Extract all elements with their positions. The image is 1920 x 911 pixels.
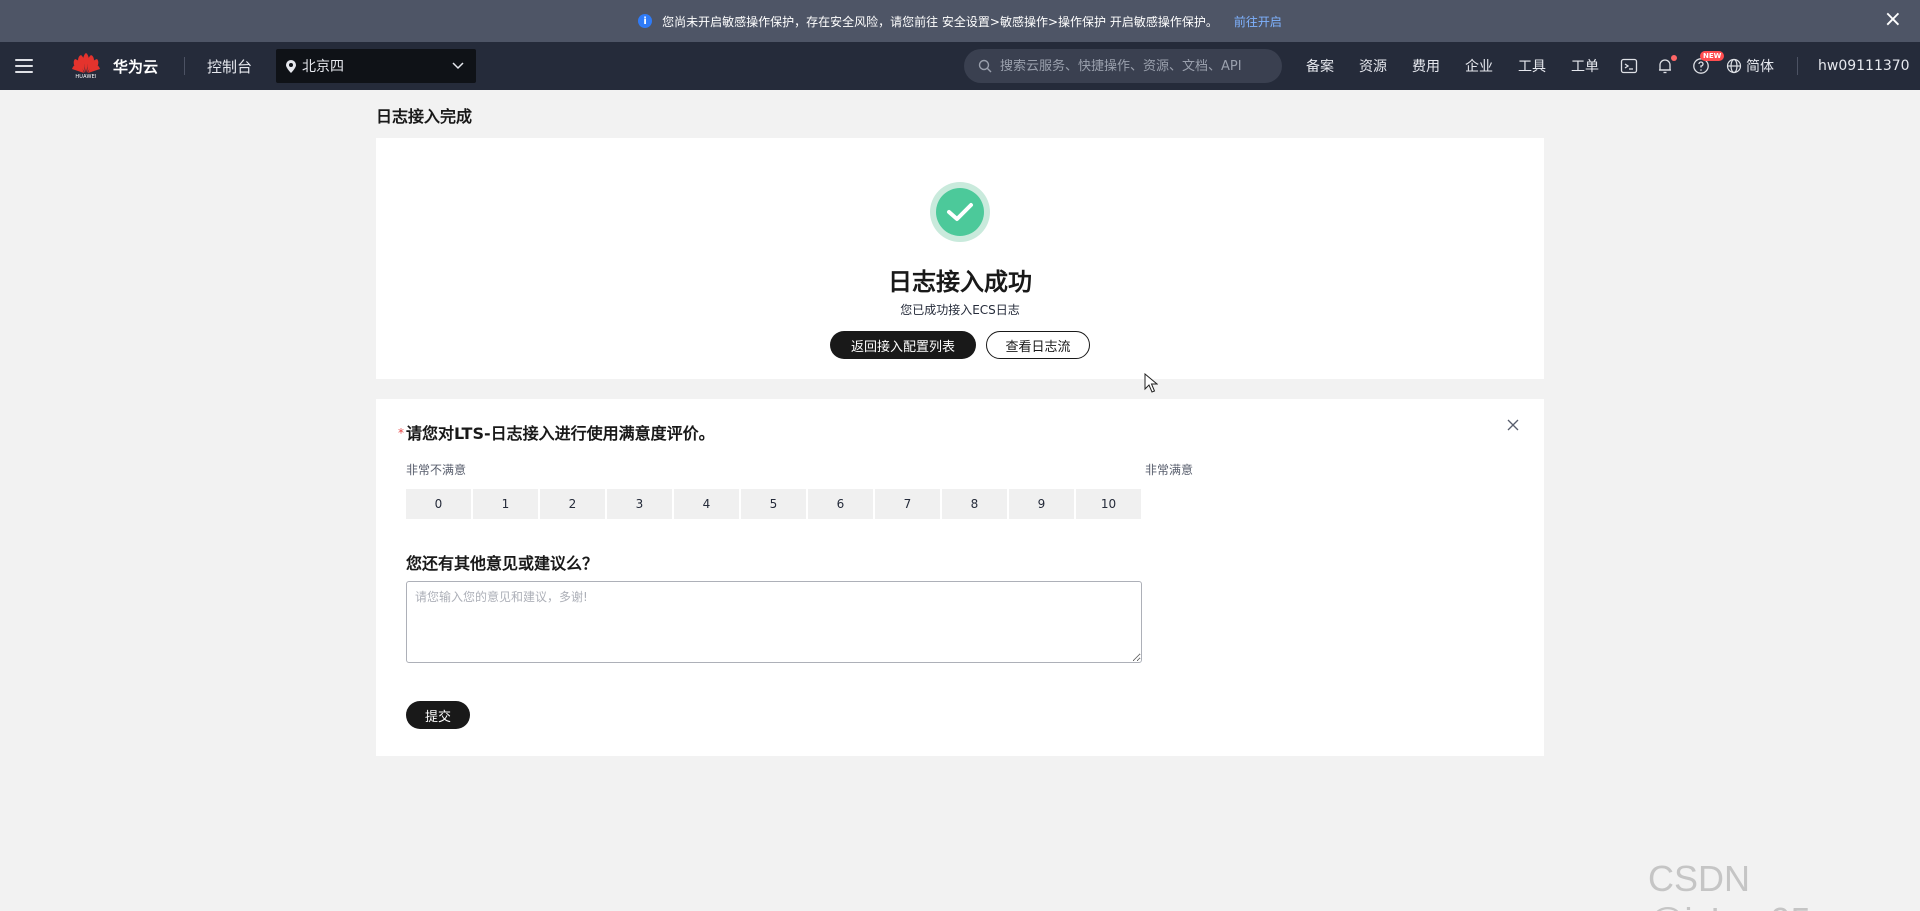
region-label: 北京四 (302, 59, 345, 75)
terminal-icon[interactable] (1620, 57, 1638, 75)
menu-icon[interactable] (15, 59, 33, 73)
globe-icon (1726, 58, 1742, 74)
chevron-down-icon (452, 62, 464, 70)
info-icon: i (638, 14, 653, 28)
mouse-cursor-icon (1144, 373, 1158, 393)
score-option-7[interactable]: 7 (875, 489, 940, 519)
view-log-stream-button[interactable]: 查看日志流 (986, 331, 1090, 359)
close-icon[interactable] (1507, 419, 1519, 431)
score-option-6[interactable]: 6 (808, 489, 873, 519)
success-check-icon (930, 182, 990, 242)
notice-text: 您尚未开启敏感操作保护，存在安全风险，请您前往 安全设置>敏感操作>操作保护 开… (662, 14, 1218, 29)
nav-link-filing[interactable]: 备案 (1306, 56, 1334, 76)
huawei-logo[interactable]: HUAWEI (71, 52, 101, 80)
score-option-1[interactable]: 1 (473, 489, 538, 519)
search-icon (978, 59, 992, 73)
huawei-flower-icon (72, 52, 100, 73)
page-title: 日志接入完成 (376, 107, 473, 126)
region-selector[interactable]: 北京四 (276, 49, 477, 83)
score-option-10[interactable]: 10 (1076, 489, 1141, 519)
feedback-textarea[interactable] (406, 581, 1142, 663)
score-option-9[interactable]: 9 (1009, 489, 1074, 519)
scale-high-label: 非常满意 (1144, 463, 1193, 477)
satisfaction-survey-card: * 请您对LTS-日志接入进行使用满意度评价。 非常不满意 非常满意 0 1 2… (376, 399, 1544, 756)
score-option-5[interactable]: 5 (741, 489, 806, 519)
watermark: CSDN @jcLee95 (1648, 858, 1811, 911)
logo-text: HUAWEI (75, 73, 97, 80)
language-label: 简体 (1746, 59, 1774, 75)
success-subtitle: 您已成功接入ECS日志 (900, 303, 1020, 317)
new-badge: NEW (1700, 51, 1725, 61)
console-link[interactable]: 控制台 (207, 56, 252, 77)
score-option-8[interactable]: 8 (942, 489, 1007, 519)
notice-enable-link[interactable]: 前往开启 (1234, 13, 1282, 30)
nav-links: 备案 资源 费用 企业 工具 工单 (1306, 42, 1624, 90)
nav-icon-group: NEW 简体 (1620, 42, 1774, 90)
notification-dot (1671, 55, 1677, 61)
score-options: 0 1 2 3 4 5 6 7 8 9 10 (406, 489, 1141, 519)
notice-close-icon[interactable]: × (1884, 9, 1902, 31)
submit-button[interactable]: 提交 (406, 701, 470, 729)
help-icon[interactable]: NEW (1692, 51, 1725, 75)
score-option-2[interactable]: 2 (540, 489, 605, 519)
brand-name[interactable]: 华为云 (113, 56, 158, 77)
nav-link-tools[interactable]: 工具 (1518, 56, 1546, 76)
nav-divider-user (1797, 57, 1798, 75)
score-option-3[interactable]: 3 (607, 489, 672, 519)
nav-link-billing[interactable]: 费用 (1412, 56, 1440, 76)
global-search[interactable] (964, 49, 1282, 83)
language-switcher[interactable]: 简体 (1726, 56, 1774, 76)
nav-divider (184, 57, 186, 75)
scale-low-label: 非常不满意 (406, 463, 467, 477)
nav-link-resources[interactable]: 资源 (1359, 56, 1387, 76)
user-account[interactable]: hw09111370 (1818, 42, 1910, 90)
success-card: 日志接入成功 您已成功接入ECS日志 返回接入配置列表 查看日志流 (376, 138, 1544, 379)
search-input[interactable] (1000, 58, 1270, 74)
success-title: 日志接入成功 (888, 268, 1032, 296)
score-option-4[interactable]: 4 (674, 489, 739, 519)
security-notice-bar: i 您尚未开启敏感操作保护，存在安全风险，请您前往 安全设置>敏感操作>操作保护… (0, 0, 1920, 42)
score-option-0[interactable]: 0 (406, 489, 471, 519)
top-navigation: HUAWEI 华为云 控制台 北京四 备案 资源 费用 企业 工具 工单 (0, 42, 1920, 90)
nav-link-tickets[interactable]: 工单 (1571, 56, 1599, 76)
notification-bell-icon[interactable] (1656, 55, 1677, 75)
satisfaction-question: 请您对LTS-日志接入进行使用满意度评价。 (406, 424, 715, 443)
nav-link-enterprise[interactable]: 企业 (1465, 56, 1493, 76)
back-to-config-list-button[interactable]: 返回接入配置列表 (830, 331, 976, 359)
location-pin-icon (286, 59, 297, 73)
required-mark: * (398, 426, 404, 440)
suggestion-question: 您还有其他意见或建议么？ (406, 554, 599, 573)
